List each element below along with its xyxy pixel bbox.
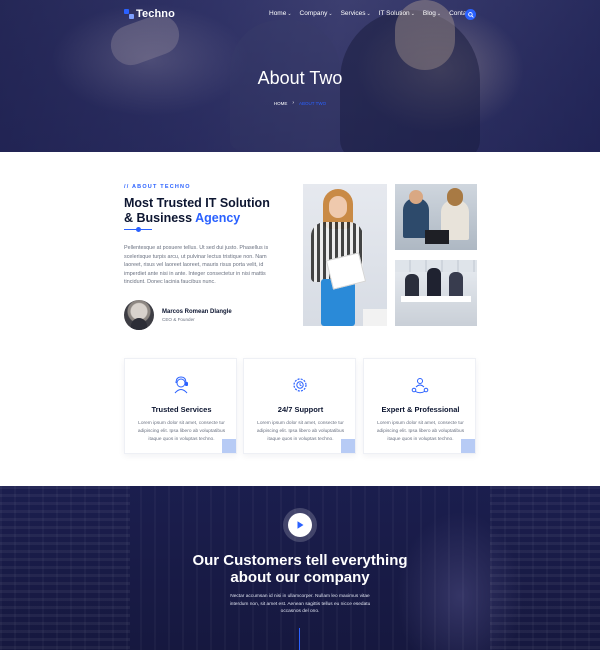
main-menu: Home ⌄ Company ⌄ Services ⌄ IT Solution ⌄ Bl…: [269, 10, 477, 17]
menu-item-blog[interactable]: Blog ⌄: [423, 10, 441, 17]
feature-text: Lorem ipsum dolor sit amet, consecte tur…: [376, 421, 465, 442]
top-navigation: Techno Home ⌄ Company ⌄ Services ⌄ IT Solut…: [0, 8, 600, 22]
vertical-divider: [299, 628, 300, 650]
about-photo-meeting: [395, 184, 477, 250]
page-title: About Two: [257, 68, 343, 88]
menu-item-it-solution[interactable]: IT Solution ⌄: [379, 10, 415, 17]
menu-label: IT Solution: [378, 10, 410, 17]
play-icon: [297, 521, 304, 529]
chevron-down-icon: ⌄: [436, 10, 442, 17]
card-corner-accent: [341, 439, 355, 453]
chevron-right-icon: ›: [292, 100, 295, 106]
about-title: Most Trusted IT Solution & Business Agen…: [124, 196, 304, 226]
title-divider: [145, 229, 151, 230]
feature-title: 24/7 Support: [277, 405, 324, 414]
chevron-down-icon: ⌄: [410, 10, 415, 17]
testimonial-title-line2: about our company: [230, 569, 370, 586]
breadcrumb: HOME › ABOUT TWO: [0, 100, 600, 106]
search-button[interactable]: [465, 9, 476, 20]
author-name: Marcos Romean Dlangle: [162, 308, 232, 315]
testimonial-title: Our Customers tell everything about our …: [0, 552, 600, 586]
feature-title: Trusted Services: [151, 405, 212, 414]
menu-item-company[interactable]: Company ⌄: [300, 10, 333, 17]
avatar: [124, 300, 154, 330]
team-network-icon: [411, 378, 429, 394]
gear-hours-icon: [293, 378, 307, 392]
menu-item-home[interactable]: Home ⌄: [269, 10, 292, 17]
title-divider-dot: [136, 227, 141, 232]
menu-label: Company: [299, 10, 328, 17]
breadcrumb-current: ABOUT TWO: [299, 100, 327, 106]
support-agent-icon: [174, 376, 188, 394]
chevron-down-icon: ⌄: [366, 10, 371, 17]
about-title-accent: Agency: [195, 211, 241, 225]
search-icon: [467, 11, 474, 18]
logo-text: Techno: [136, 8, 175, 20]
author-block: Marcos Romean Dlangle CEO & Founder: [124, 300, 232, 330]
feature-card[interactable]: Expert & Professional Lorem ipsum dolor …: [363, 358, 476, 454]
logo[interactable]: Techno: [124, 8, 175, 20]
card-corner-accent: [222, 439, 236, 453]
about-photo-team: [395, 260, 477, 326]
author-role: CEO & Founder: [162, 316, 195, 322]
about-title-line2: & Business: [124, 211, 193, 225]
testimonial-title-line1: Our Customers tell everything: [192, 552, 408, 569]
about-photo-woman: [303, 184, 387, 326]
feature-title: Expert & Professional: [381, 405, 460, 414]
play-video-button[interactable]: [283, 508, 317, 542]
about-title-line1: Most Trusted IT Solution: [124, 196, 270, 210]
feature-card[interactable]: 24/7 Support Lorem ipsum dolor sit amet,…: [243, 358, 356, 454]
play-button-inner: [288, 513, 312, 537]
chevron-down-icon: ⌄: [328, 10, 333, 17]
feature-card[interactable]: Trusted Services Lorem ipsum dolor sit a…: [124, 358, 237, 454]
card-corner-accent: [461, 439, 475, 453]
testimonial-text: Nectar accumsan id nisi in ullamcorper. …: [229, 594, 371, 615]
chevron-down-icon: ⌄: [287, 10, 292, 17]
feature-text: Lorem ipsum dolor sit amet, consecte tur…: [256, 421, 345, 442]
section-tag: // ABOUT TECHNO: [124, 184, 191, 190]
feature-text: Lorem ipsum dolor sit amet, consecte tur…: [137, 421, 226, 442]
menu-label: Blog: [422, 10, 436, 17]
breadcrumb-home[interactable]: HOME: [274, 101, 288, 106]
about-description: Pellentesque at posuere tellus. Ut sed d…: [124, 245, 269, 285]
menu-label: Services: [340, 10, 366, 17]
menu-label: Home: [269, 10, 287, 17]
logo-icon: [124, 9, 134, 19]
menu-item-services[interactable]: Services ⌄: [341, 10, 371, 17]
